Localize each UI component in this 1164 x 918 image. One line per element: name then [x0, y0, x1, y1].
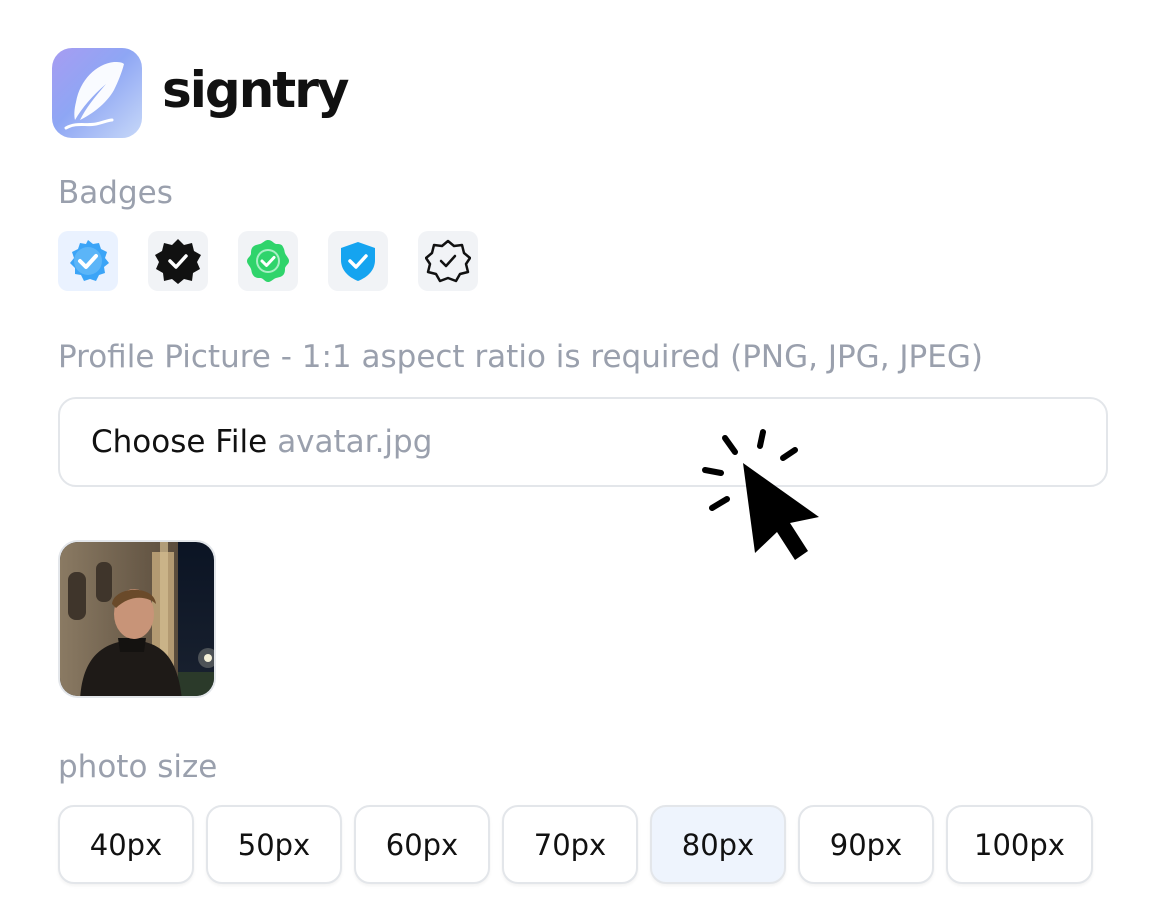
- profile-picture-label: Profile Picture - 1:1 aspect ratio is re…: [58, 339, 983, 375]
- brand-name: signtry: [162, 61, 349, 119]
- photo-size-label: photo size: [58, 749, 218, 785]
- avatar-preview: [58, 540, 216, 698]
- verified-badge-icon: [155, 239, 201, 284]
- size-option-90[interactable]: 90px: [798, 805, 934, 884]
- brand-header: signtry: [52, 48, 349, 138]
- photo-size-options: 40px 50px 60px 70px 80px 90px 100px: [58, 805, 1093, 884]
- selected-file-name: avatar.jpg: [277, 424, 433, 460]
- badge-option-blue[interactable]: [58, 231, 118, 291]
- badge-list: [58, 231, 478, 291]
- shield-check-icon: [341, 242, 375, 281]
- badge-option-green[interactable]: [238, 231, 298, 291]
- size-option-60[interactable]: 60px: [354, 805, 490, 884]
- badge-option-outline[interactable]: [418, 231, 478, 291]
- profile-picture-file-input[interactable]: Choose File avatar.jpg: [58, 397, 1108, 487]
- size-option-40[interactable]: 40px: [58, 805, 194, 884]
- verified-badge-outline-icon: [425, 239, 471, 283]
- size-option-100[interactable]: 100px: [946, 805, 1093, 884]
- feather-quill-icon: [52, 48, 142, 138]
- click-cursor-icon: [695, 420, 835, 575]
- size-option-70[interactable]: 70px: [502, 805, 638, 884]
- badges-label: Badges: [58, 175, 173, 211]
- size-option-50[interactable]: 50px: [206, 805, 342, 884]
- verified-badge-icon: [70, 240, 109, 281]
- verified-badge-icon: [247, 240, 289, 282]
- badge-option-shield[interactable]: [328, 231, 388, 291]
- badge-option-black[interactable]: [148, 231, 208, 291]
- size-option-80[interactable]: 80px: [650, 805, 786, 884]
- choose-file-button[interactable]: Choose File: [91, 424, 267, 460]
